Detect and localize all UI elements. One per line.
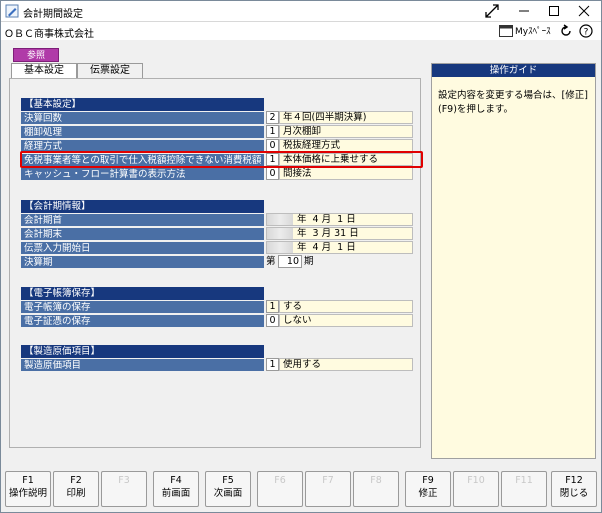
fiscal-period-header: 【会計期情報】 <box>21 200 264 213</box>
masked-year <box>267 228 293 239</box>
close-button[interactable] <box>569 1 599 21</box>
value-text: しない <box>279 314 413 327</box>
value-text: 使用する <box>279 358 413 371</box>
f2-button[interactable]: F2 印刷 <box>53 471 99 507</box>
settings-form: 【基本設定】 決算回数 2 年４回(四半期決算) 棚卸処理 1 月次棚卸 経理方… <box>9 78 423 448</box>
code-field[interactable]: 2 <box>266 111 279 124</box>
code-field[interactable]: 1 <box>266 125 279 138</box>
f1-button[interactable]: F1 操作説明 <box>5 471 51 507</box>
code-field[interactable]: 1 <box>266 300 279 313</box>
date-text: 年 4 月 1 日 <box>297 214 356 225</box>
masked-year <box>267 214 293 225</box>
row-label: 会計期末 <box>21 227 264 240</box>
tab-basic-settings[interactable]: 基本設定 <box>11 63 77 78</box>
function-key-bar: F1 操作説明 F2 印刷 F3 F4 前画面 F5 次画面 F6 F7 F8 F9 修正… <box>1 469 601 512</box>
basic-settings-header: 【基本設定】 <box>21 98 264 111</box>
guide-text: 設定内容を変更する場合は、[修正](F9)を押します。 <box>438 90 588 115</box>
term-suffix: 期 <box>304 256 314 267</box>
app-window: 会計期間設定 ＯＢＣ商事株式会社 Myｽﾍﾟｰｽ ? 参照 基本設定 伝票設定 … <box>0 0 602 513</box>
code-field[interactable]: 1 <box>266 358 279 371</box>
masked-year <box>267 242 293 253</box>
date-text: 年 4 月 1 日 <box>297 242 356 253</box>
row-label: 棚卸処理 <box>21 125 264 138</box>
date-field[interactable]: 年 4 月 1 日 <box>266 213 413 226</box>
view-mode-badge: 参照 <box>13 48 59 62</box>
company-name: ＯＢＣ商事株式会社 <box>4 29 94 40</box>
myspace-icon <box>499 25 513 37</box>
refresh-icon[interactable] <box>559 24 573 38</box>
tab-voucher-settings[interactable]: 伝票設定 <box>77 63 143 78</box>
date-field[interactable]: 年 3 月 31 日 <box>266 227 413 240</box>
row-label: 決算期 <box>21 255 264 268</box>
value-text: する <box>279 300 413 313</box>
f7-button[interactable]: F7 <box>305 471 351 507</box>
row-label: 電子証憑の保存 <box>21 314 264 327</box>
minimize-button[interactable] <box>509 1 539 21</box>
window-title: 会計期間設定 <box>23 9 83 20</box>
row-label: 会計期首 <box>21 213 264 226</box>
term-prefix: 第 <box>266 256 276 267</box>
code-field[interactable]: 0 <box>266 167 279 180</box>
expand-icon[interactable] <box>477 1 507 21</box>
term-number-field[interactable]: 10 <box>278 255 302 268</box>
company-bar: ＯＢＣ商事株式会社 Myｽﾍﾟｰｽ ? <box>1 21 601 40</box>
app-pen-icon <box>5 4 19 18</box>
code-field[interactable]: 0 <box>266 314 279 327</box>
f6-button[interactable]: F6 <box>257 471 303 507</box>
f3-button[interactable]: F3 <box>101 471 147 507</box>
ebook-header: 【電子帳簿保存】 <box>21 287 264 300</box>
maximize-button[interactable] <box>539 1 569 21</box>
f12-button[interactable]: F12 閉じる <box>551 471 597 507</box>
f10-button[interactable]: F10 <box>453 471 499 507</box>
value-text: 年４回(四半期決算) <box>279 111 413 124</box>
highlight-box <box>20 151 423 168</box>
operation-guide-panel: 操作ガイド 設定内容を変更する場合は、[修正](F9)を押します。 <box>431 63 596 459</box>
date-field[interactable]: 年 4 月 1 日 <box>266 241 413 254</box>
row-label: キャッシュ・フロー計算書の表示方法 <box>21 167 264 180</box>
myspace-label: Myｽﾍﾟｰｽ <box>515 27 551 37</box>
guide-title: 操作ガイド <box>432 64 595 77</box>
f4-button[interactable]: F4 前画面 <box>153 471 199 507</box>
f5-button[interactable]: F5 次画面 <box>205 471 251 507</box>
title-bar: 会計期間設定 <box>1 1 601 21</box>
value-text: 月次棚卸 <box>279 125 413 138</box>
f9-button[interactable]: F9 修正 <box>405 471 451 507</box>
myspace-button[interactable]: Myｽﾍﾟｰｽ <box>499 24 551 37</box>
row-label: 決算回数 <box>21 111 264 124</box>
value-text: 間接法 <box>279 167 413 180</box>
cost-header: 【製造原価項目】 <box>21 345 264 358</box>
date-text: 年 3 月 31 日 <box>297 228 359 239</box>
svg-text:?: ? <box>584 28 589 38</box>
row-label: 製造原価項目 <box>21 358 264 371</box>
row-label: 電子帳簿の保存 <box>21 300 264 313</box>
help-icon[interactable]: ? <box>579 24 593 38</box>
f11-button[interactable]: F11 <box>501 471 547 507</box>
row-label: 伝票入力開始日 <box>21 241 264 254</box>
f8-button[interactable]: F8 <box>353 471 399 507</box>
